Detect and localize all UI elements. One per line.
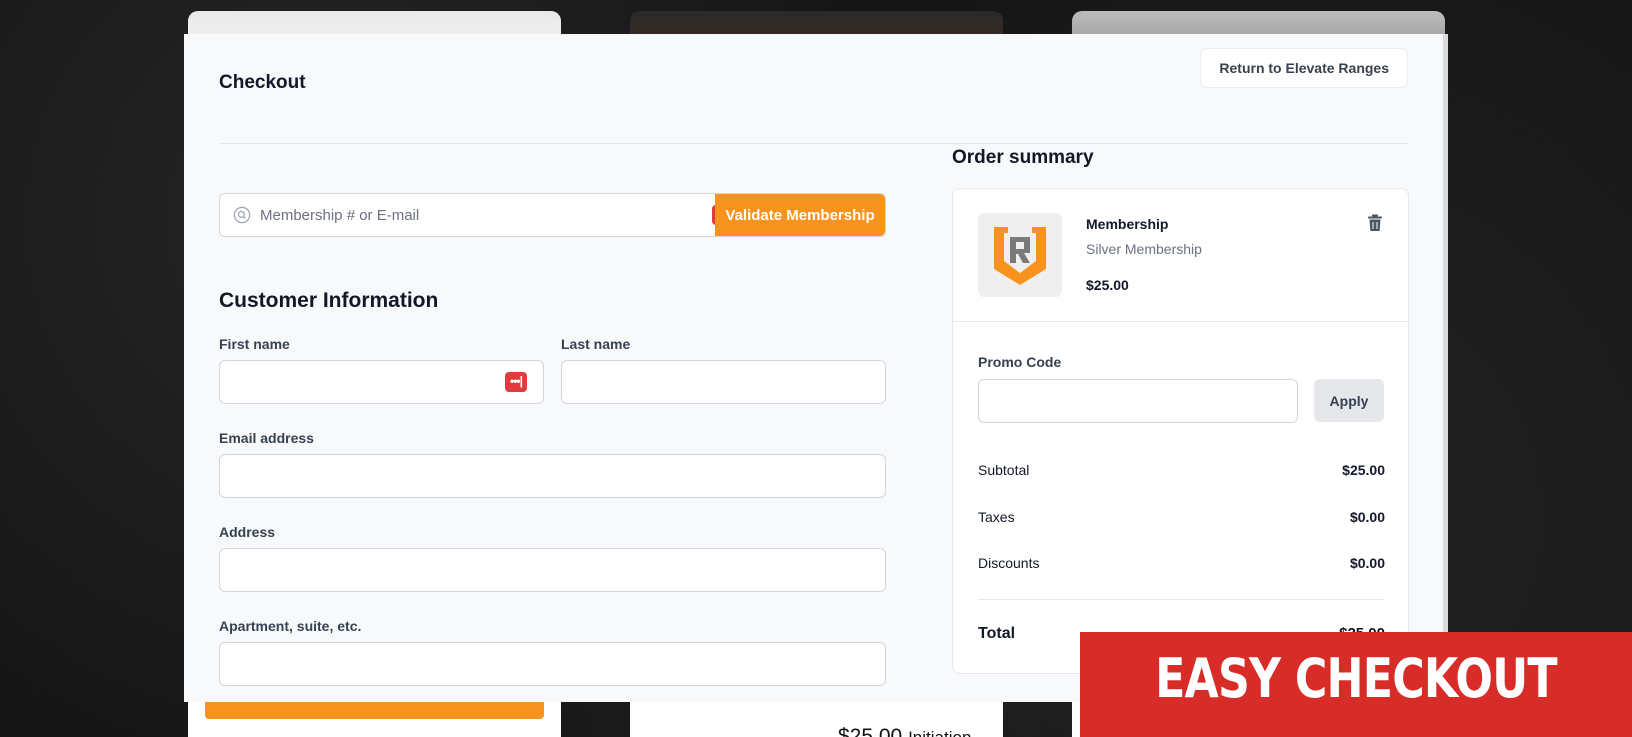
- promo-code-input[interactable]: [978, 379, 1298, 423]
- item-variant: Silver Membership: [1086, 241, 1202, 257]
- item-thumbnail: [978, 213, 1062, 297]
- first-name-label: First name: [219, 336, 290, 352]
- taxes-label: Taxes: [978, 509, 1015, 525]
- email-field[interactable]: [219, 454, 886, 498]
- customer-info-title: Customer Information: [219, 289, 439, 312]
- address-label: Address: [219, 524, 276, 540]
- first-name-field[interactable]: •••|: [219, 360, 544, 404]
- apply-promo-button[interactable]: Apply: [1314, 379, 1384, 422]
- subtotal-row: Subtotal $25.00: [978, 462, 1385, 478]
- totals-divider: [978, 599, 1385, 600]
- item-price: $25.00: [1086, 277, 1129, 293]
- background-price: $25.00 Initiation: [838, 725, 971, 737]
- page-title: Checkout: [219, 72, 306, 93]
- discounts-row: Discounts $0.00: [978, 555, 1385, 571]
- membership-lookup: •••| Validate Membership: [219, 193, 886, 237]
- order-summary-title: Order summary: [952, 147, 1094, 168]
- discounts-label: Discounts: [978, 555, 1040, 571]
- validate-membership-button[interactable]: Validate Membership: [715, 194, 885, 236]
- taxes-row: Taxes $0.00: [978, 509, 1385, 525]
- banner-text: EASY CHECKOUT: [1155, 647, 1557, 710]
- order-item: Membership Silver Membership $25.00: [953, 189, 1408, 322]
- password-manager-icon[interactable]: •••|: [505, 372, 527, 392]
- easy-checkout-banner: EASY CHECKOUT: [1080, 632, 1632, 737]
- address-field[interactable]: [219, 548, 886, 592]
- return-button[interactable]: Return to Elevate Ranges: [1200, 48, 1408, 88]
- last-name-field[interactable]: [561, 360, 886, 404]
- background-price-value: $25.00: [838, 725, 903, 737]
- subtotal-value: $25.00: [1342, 462, 1385, 478]
- trash-icon[interactable]: [1367, 214, 1383, 232]
- last-name-label: Last name: [561, 336, 631, 352]
- background-price-suffix: Initiation: [908, 728, 971, 737]
- search-icon: [233, 206, 251, 224]
- modal-header: Checkout Return to Elevate Ranges: [219, 48, 1408, 144]
- discounts-value: $0.00: [1349, 555, 1385, 571]
- promo-code-label: Promo Code: [978, 354, 1062, 370]
- elevate-ranges-logo: [994, 227, 1046, 285]
- email-label: Email address: [219, 430, 314, 446]
- subtotal-label: Subtotal: [978, 462, 1030, 478]
- membership-input[interactable]: [260, 194, 680, 236]
- total-label: Total: [978, 625, 1016, 642]
- item-name: Membership: [1086, 216, 1169, 232]
- order-summary-card: Membership Silver Membership $25.00 Prom…: [952, 188, 1409, 674]
- apartment-label: Apartment, suite, etc.: [219, 618, 362, 634]
- apartment-field[interactable]: [219, 642, 886, 686]
- taxes-value: $0.00: [1349, 509, 1385, 525]
- checkout-modal: Checkout Return to Elevate Ranges •••| V…: [184, 34, 1448, 702]
